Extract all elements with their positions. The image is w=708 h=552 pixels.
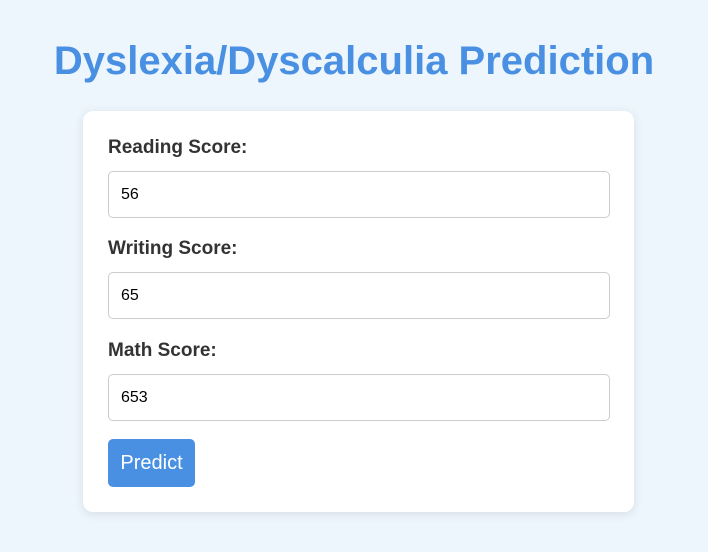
math-score-label: Math Score: [108,340,217,361]
prediction-form-card: Reading Score: Writing Score: Math Score… [83,111,634,512]
writing-score-label: Writing Score: [108,238,238,259]
writing-score-input[interactable] [108,272,610,319]
page-title: Dyslexia/Dyscalculia Prediction [53,39,655,83]
reading-score-input[interactable] [108,171,610,218]
predict-button[interactable]: Predict [108,439,195,487]
math-score-input[interactable] [108,374,610,421]
reading-score-label: Reading Score: [108,137,248,158]
